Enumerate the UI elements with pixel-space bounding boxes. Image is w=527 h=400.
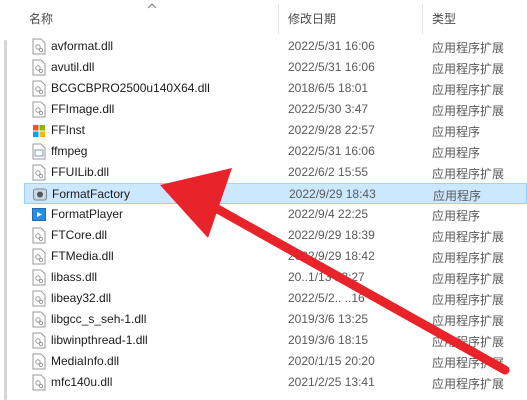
- file-row[interactable]: mfc140u.dll 2021/2/25 13:41 应用程序扩展: [24, 372, 527, 393]
- file-type: 应用程序扩展: [432, 335, 505, 349]
- file-modified-date: 2022/5/31 16:06: [288, 60, 375, 74]
- windows-installer-icon: [33, 125, 45, 137]
- file-name: FFUILib.dll: [51, 165, 110, 179]
- file-name: libwinpthread-1.dll: [51, 333, 148, 347]
- file-modified-date: 2022/5/2.. ..16: [288, 291, 365, 305]
- dll-file-icon: [32, 80, 46, 97]
- file-modified-date: 2022/5/31 16:06: [288, 144, 375, 158]
- file-type: 应用程序扩展: [432, 356, 505, 370]
- column-header-type[interactable]: 类型: [432, 10, 456, 27]
- dll-file-icon: [32, 164, 46, 181]
- file-row[interactable]: FFImage.dll 2022/5/30 3:47 应用程序扩展: [24, 99, 527, 120]
- file-row[interactable]: FFInst 2022/9/28 22:57 应用程序: [24, 120, 527, 141]
- column-divider[interactable]: [422, 4, 423, 34]
- column-divider[interactable]: [278, 4, 279, 34]
- file-name: avformat.dll: [51, 39, 114, 53]
- file-modified-date: 2022/9/29 18:43: [289, 187, 376, 201]
- file-modified-date: 2022/5/30 3:47: [288, 102, 369, 116]
- file-modified-date: 2019/3/6 13:25: [288, 312, 369, 326]
- file-row[interactable]: avutil.dll 2022/5/31 16:06 应用程序扩展: [24, 57, 527, 78]
- file-type: 应用程序扩展: [432, 41, 505, 55]
- dll-file-icon: [32, 374, 46, 391]
- file-row[interactable]: FFUILib.dll 2022/6/2 15:55 应用程序扩展: [24, 162, 527, 183]
- file-modified-date: 2022/9/29 18:42: [288, 249, 375, 263]
- column-header-date[interactable]: 修改日期: [288, 10, 336, 27]
- file-row[interactable]: avformat.dll 2022/5/31 16:06 应用程序扩展: [24, 36, 527, 57]
- file-name: FTCore.dll: [51, 228, 108, 242]
- file-type: 应用程序扩展: [432, 314, 505, 328]
- file-modified-date: 2022/9/28 22:57: [288, 123, 375, 137]
- dll-file-icon: [32, 248, 46, 265]
- file-name: FormatFactory: [52, 187, 131, 201]
- dll-file-icon: [32, 353, 46, 370]
- file-row[interactable]: FTCore.dll 2022/9/29 18:39 应用程序扩展: [24, 225, 527, 246]
- file-type: 应用程序扩展: [432, 272, 505, 286]
- file-type: 应用程序扩展: [432, 167, 505, 181]
- file-modified-date: 2018/6/5 18:01: [288, 81, 369, 95]
- file-modified-date: 2019/3/6 18:15: [288, 333, 369, 347]
- file-name: FFImage.dll: [51, 102, 115, 116]
- format-player-icon: [32, 208, 46, 221]
- dll-file-icon: [32, 38, 46, 55]
- file-name: libass.dll: [51, 270, 98, 284]
- exe-file-icon: [32, 143, 46, 160]
- file-type: 应用程序: [432, 146, 481, 160]
- file-type: 应用程序扩展: [432, 251, 505, 265]
- dll-file-icon: [32, 227, 46, 244]
- file-row[interactable]: BCGCBPRO2500u140X64.dll 2018/6/5 18:01 应用程…: [24, 78, 527, 99]
- file-type: 应用程序: [432, 125, 481, 139]
- file-type: 应用程序: [433, 189, 482, 203]
- file-row[interactable]: FormatFactory 2022/9/29 18:43 应用程序: [24, 183, 527, 204]
- file-row[interactable]: libwinpthread-1.dll 2019/3/6 18:15 应用程序扩展: [24, 330, 527, 351]
- file-modified-date: 2022/6/2 15:55: [288, 165, 369, 179]
- dll-file-icon: [32, 101, 46, 118]
- file-type: 应用程序扩展: [432, 230, 505, 244]
- sort-ascending-icon[interactable]: [147, 2, 157, 10]
- file-name: libeay32.dll: [51, 291, 112, 305]
- file-row[interactable]: FTMedia.dll 2022/9/29 18:42 应用程序扩展: [24, 246, 527, 267]
- dll-file-icon: [32, 311, 46, 328]
- file-modified-date: 2022/9/29 18:39: [288, 228, 375, 242]
- file-type: 应用程序扩展: [432, 83, 505, 97]
- file-name: libgcc_s_seh-1.dll: [51, 312, 147, 326]
- file-name: FFInst: [51, 123, 86, 137]
- file-row[interactable]: libgcc_s_seh-1.dll 2019/3/6 13:25 应用程序扩展: [24, 309, 527, 330]
- dll-file-icon: [32, 290, 46, 307]
- vertical-scrollbar[interactable]: [4, 40, 7, 400]
- file-row[interactable]: libeay32.dll 2022/5/2.. ..16 应用程序扩展: [24, 288, 527, 309]
- column-header-bar: 名称 修改日期 类型: [0, 0, 527, 36]
- file-name: mfc140u.dll: [51, 375, 113, 389]
- file-modified-date: 2022/9/4 22:25: [288, 207, 369, 221]
- file-type: 应用程序扩展: [432, 62, 505, 76]
- dll-file-icon: [32, 59, 46, 76]
- file-name: avutil.dll: [51, 60, 95, 74]
- file-name: ffmpeg: [51, 144, 88, 158]
- file-type: 应用程序扩展: [432, 377, 505, 391]
- file-type: 应用程序扩展: [432, 293, 505, 307]
- file-name: BCGCBPRO2500u140X64.dll: [51, 81, 210, 95]
- format-factory-icon: [33, 188, 47, 201]
- file-row[interactable]: libass.dll 20..1/13 13:27 应用程序扩展: [24, 267, 527, 288]
- file-modified-date: 2021/2/25 13:41: [288, 375, 375, 389]
- file-name: FTMedia.dll: [51, 249, 114, 263]
- dll-file-icon: [32, 332, 46, 349]
- file-name: MediaInfo.dll: [51, 354, 120, 368]
- column-header-name[interactable]: 名称: [29, 10, 53, 27]
- file-modified-date: 2020/1/15 20:20: [288, 354, 375, 368]
- file-name: FormatPlayer: [51, 207, 124, 221]
- file-row[interactable]: MediaInfo.dll 2020/1/15 20:20 应用程序扩展: [24, 351, 527, 372]
- file-type: 应用程序扩展: [432, 104, 505, 118]
- file-modified-date: 20..1/13 13:27: [288, 270, 365, 284]
- dll-file-icon: [32, 269, 46, 286]
- file-type: 应用程序: [432, 209, 481, 223]
- file-modified-date: 2022/5/31 16:06: [288, 39, 375, 53]
- file-row[interactable]: FormatPlayer 2022/9/4 22:25 应用程序: [24, 204, 527, 225]
- file-row[interactable]: ffmpeg 2022/5/31 16:06 应用程序: [24, 141, 527, 162]
